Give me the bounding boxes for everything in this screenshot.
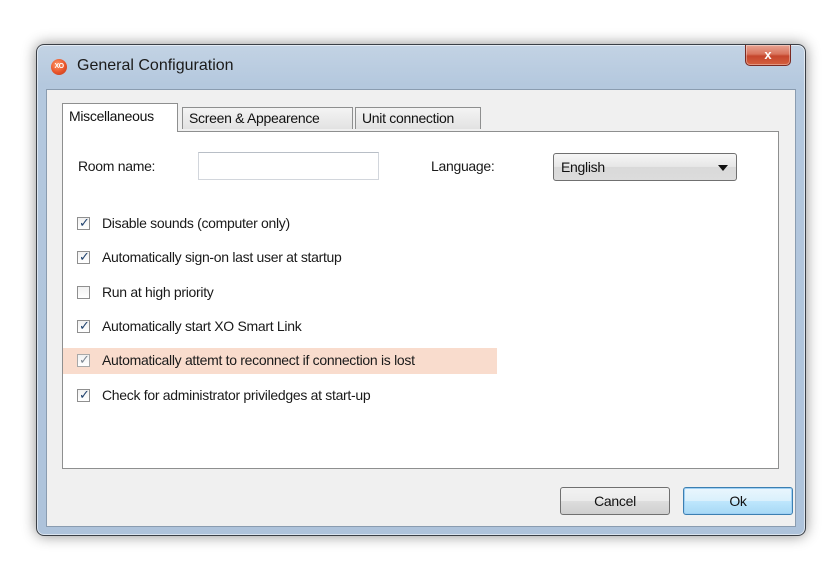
option-auto-sign-on[interactable]: ✓ Automatically sign-on last user at sta… <box>63 245 497 271</box>
title-bar[interactable]: XO General Configuration x <box>37 45 805 89</box>
language-label: Language: <box>431 158 495 174</box>
option-auto-reconnect[interactable]: ✓ Automatically attemt to reconnect if c… <box>63 348 497 374</box>
checkmark-icon: ✓ <box>79 318 90 333</box>
option-check-admin-privileges[interactable]: ✓ Check for administrator priviledges at… <box>63 383 497 409</box>
option-disable-sounds[interactable]: ✓ Disable sounds (computer only) <box>63 211 497 237</box>
tab-unit-connection[interactable]: Unit connection <box>355 107 481 129</box>
ok-button[interactable]: Ok <box>683 487 793 515</box>
general-configuration-dialog: XO General Configuration x Miscellaneous… <box>36 44 806 536</box>
option-high-priority[interactable]: Run at high priority <box>63 280 497 306</box>
checkmark-icon: ✓ <box>79 352 90 367</box>
checkbox-high-priority[interactable] <box>77 286 90 299</box>
option-label: Automatically attemt to reconnect if con… <box>102 352 415 368</box>
tab-screen-appearence[interactable]: Screen & Appearence <box>182 107 353 129</box>
window-title: General Configuration <box>77 57 234 74</box>
language-select[interactable]: English <box>553 153 737 181</box>
option-label: Automatically start XO Smart Link <box>102 318 302 334</box>
xo-app-icon: XO <box>51 59 67 75</box>
checkmark-icon: ✓ <box>79 387 90 402</box>
close-icon: x <box>764 47 772 62</box>
language-selected-value: English <box>561 159 605 175</box>
option-label: Automatically sign-on last user at start… <box>102 249 342 265</box>
checkmark-icon: ✓ <box>79 249 90 264</box>
room-name-input[interactable] <box>198 152 379 180</box>
option-label: Check for administrator priviledges at s… <box>102 387 371 403</box>
dialog-client-area: Miscellaneous Screen & Appearence Unit c… <box>46 89 796 527</box>
cancel-button[interactable]: Cancel <box>560 487 670 515</box>
option-label: Run at high priority <box>102 284 214 300</box>
checkbox-disable-sounds[interactable]: ✓ <box>77 215 90 230</box>
tab-miscellaneous[interactable]: Miscellaneous <box>62 103 178 132</box>
checkbox-auto-sign-on[interactable]: ✓ <box>77 249 90 264</box>
checkbox-auto-reconnect[interactable]: ✓ <box>77 352 90 367</box>
checkmark-icon: ✓ <box>79 215 90 230</box>
option-label: Disable sounds (computer only) <box>102 215 290 231</box>
room-name-label: Room name: <box>78 158 156 174</box>
close-button[interactable]: x <box>745 45 791 66</box>
checkbox-auto-start-smart-link[interactable]: ✓ <box>77 318 90 333</box>
checkbox-check-admin-privileges[interactable]: ✓ <box>77 387 90 402</box>
chevron-down-icon <box>718 165 728 171</box>
option-auto-start-smart-link[interactable]: ✓ Automatically start XO Smart Link <box>63 314 497 340</box>
